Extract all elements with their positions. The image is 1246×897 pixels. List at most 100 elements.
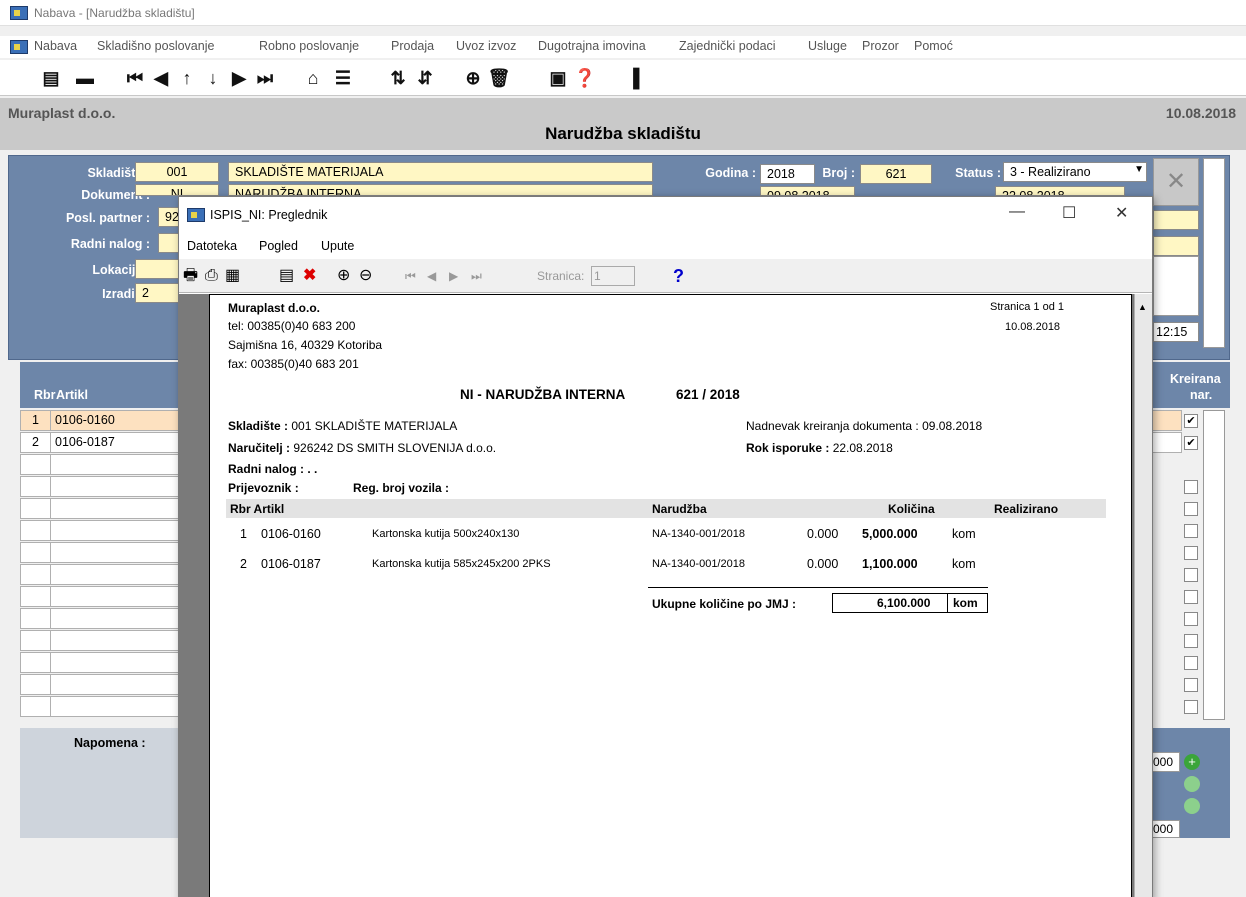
menu-pomoc[interactable]: Pomoć bbox=[914, 39, 953, 53]
sort-desc-icon[interactable]: ⇵ bbox=[412, 66, 438, 90]
kreirana-checkbox[interactable] bbox=[1184, 700, 1198, 714]
menu-pogled[interactable]: Pogled bbox=[259, 239, 298, 253]
dokument-name-field[interactable]: NARUDŽBA INTERNA bbox=[228, 184, 653, 196]
table-row[interactable] bbox=[20, 696, 180, 717]
delete-icon[interactable]: 🗑 bbox=[486, 66, 512, 90]
side-textarea[interactable] bbox=[1153, 256, 1199, 316]
godina-field[interactable]: 2018 bbox=[760, 164, 815, 184]
kreirana-checkbox[interactable] bbox=[1184, 524, 1198, 538]
table-row[interactable] bbox=[20, 454, 180, 475]
menu-dugotrajna[interactable]: Dugotrajna imovina bbox=[538, 39, 646, 53]
table-row[interactable] bbox=[20, 630, 180, 651]
menu-upute[interactable]: Upute bbox=[321, 239, 354, 253]
app-menu-icon[interactable] bbox=[10, 40, 28, 54]
menu-robno[interactable]: Robno poslovanje bbox=[259, 39, 359, 53]
add-row-icon[interactable] bbox=[1184, 776, 1200, 792]
menu-datoteka[interactable]: Datoteka bbox=[187, 239, 237, 253]
menu-nabava[interactable]: Nabava bbox=[34, 39, 77, 53]
menu-prozor[interactable]: Prozor bbox=[862, 39, 899, 53]
close-preview-icon[interactable]: ✖ bbox=[303, 265, 316, 287]
kreirana-checkbox[interactable] bbox=[1184, 502, 1198, 516]
table-row[interactable]: 1 0106-0160 bbox=[20, 410, 180, 431]
save-icon[interactable]: ▤ bbox=[38, 66, 64, 90]
close-icon[interactable]: ✕ bbox=[1115, 203, 1128, 223]
minimize-icon[interactable]: — bbox=[1009, 203, 1025, 221]
kreirana-checkbox[interactable] bbox=[1184, 480, 1198, 494]
kreirana-checkbox[interactable] bbox=[1184, 634, 1198, 648]
page-number-input[interactable]: 1 bbox=[591, 266, 635, 286]
izradio-field[interactable]: 2 bbox=[135, 283, 180, 303]
table-row[interactable] bbox=[20, 674, 180, 695]
dokument-code-field[interactable]: NI bbox=[135, 184, 219, 196]
prev-page-icon[interactable]: ◀ bbox=[427, 265, 436, 287]
first-record-icon[interactable]: ⏮ bbox=[122, 66, 148, 90]
menu-usluge[interactable]: Usluge bbox=[808, 39, 847, 53]
add-row-icon[interactable]: + bbox=[1184, 754, 1200, 770]
nadnevak-field[interactable]: 09.08.2018 bbox=[760, 186, 855, 196]
radni-nalog-field[interactable] bbox=[158, 233, 180, 253]
menu-zajednicki[interactable]: Zajednički podaci bbox=[679, 39, 776, 53]
kreirana-checkbox[interactable]: ✔ bbox=[1184, 436, 1198, 450]
home-icon[interactable]: ⌂ bbox=[300, 66, 326, 90]
lokacija-field[interactable] bbox=[135, 259, 180, 279]
side-field-1[interactable] bbox=[1153, 210, 1199, 230]
first-page-icon[interactable]: ⏮ bbox=[405, 265, 416, 287]
menu-uvoz[interactable]: Uvoz izvoz bbox=[456, 39, 516, 53]
exit-icon[interactable]: ▐ bbox=[620, 66, 646, 90]
preview-scrollbar[interactable]: ▲ bbox=[1134, 294, 1152, 897]
total-field-1[interactable]: 000 bbox=[1152, 752, 1180, 772]
kreirana-checkbox[interactable] bbox=[1184, 612, 1198, 626]
sort-asc-icon[interactable]: ⇅ bbox=[385, 66, 411, 90]
status-select[interactable]: 3 - Realizirano ▼ bbox=[1003, 162, 1147, 182]
tools-icon[interactable]: ✕ bbox=[1153, 158, 1199, 206]
menu-skladisno[interactable]: Skladišno poslovanje bbox=[97, 39, 214, 53]
down-icon[interactable]: ↓ bbox=[200, 66, 226, 90]
scroll-up-icon[interactable]: ▲ bbox=[1138, 302, 1147, 312]
side-field-2[interactable] bbox=[1153, 236, 1199, 256]
print-setup-icon[interactable]: ⎙ bbox=[205, 265, 218, 287]
table-row[interactable] bbox=[20, 542, 180, 563]
zoom-out-icon[interactable]: ⊖ bbox=[359, 265, 372, 287]
page-setup-icon[interactable]: ▤ bbox=[279, 265, 294, 287]
filter-icon[interactable]: ☰ bbox=[330, 66, 356, 90]
zoom-in-icon[interactable]: ⊕ bbox=[337, 265, 350, 287]
table-row[interactable] bbox=[20, 498, 180, 519]
prev-record-icon[interactable]: ◀ bbox=[148, 66, 174, 90]
kreirana-checkbox[interactable] bbox=[1184, 678, 1198, 692]
kreirana-checkbox[interactable] bbox=[1184, 590, 1198, 604]
broj-field[interactable]: 621 bbox=[860, 164, 932, 184]
last-record-icon[interactable]: ⏭ bbox=[252, 66, 278, 90]
form-scrollbar[interactable] bbox=[1203, 158, 1225, 348]
table-row[interactable] bbox=[20, 520, 180, 541]
rok-field[interactable]: 22.08.2018 bbox=[995, 186, 1125, 196]
table-row[interactable] bbox=[20, 476, 180, 497]
help-icon[interactable]: ❓ bbox=[572, 66, 598, 90]
grid-scrollbar[interactable] bbox=[1203, 410, 1225, 720]
help-icon[interactable]: ? bbox=[673, 265, 684, 287]
table-row[interactable]: 2 0106-0187 bbox=[20, 432, 180, 453]
kreirana-checkbox[interactable]: ✔ bbox=[1184, 414, 1198, 428]
time-field[interactable]: 12:15 bbox=[1153, 322, 1199, 342]
export-icon[interactable]: ▦ bbox=[225, 265, 240, 287]
up-icon[interactable]: ↑ bbox=[174, 66, 200, 90]
table-row[interactable] bbox=[20, 608, 180, 629]
kreirana-checkbox[interactable] bbox=[1184, 568, 1198, 582]
document-icon[interactable]: ▣ bbox=[545, 66, 571, 90]
skladiste-name-field[interactable]: SKLADIŠTE MATERIJALA bbox=[228, 162, 653, 182]
menu-prodaja[interactable]: Prodaja bbox=[391, 39, 434, 53]
next-record-icon[interactable]: ▶ bbox=[226, 66, 252, 90]
skladiste-code-field[interactable]: 001 bbox=[135, 162, 219, 182]
add-row-icon[interactable] bbox=[1184, 798, 1200, 814]
total-field-2[interactable]: 000 bbox=[1152, 820, 1180, 838]
kreirana-checkbox[interactable] bbox=[1184, 546, 1198, 560]
chevron-down-icon[interactable]: ▼ bbox=[1134, 164, 1144, 175]
print-icon[interactable]: ▬ bbox=[72, 66, 98, 90]
table-row[interactable] bbox=[20, 564, 180, 585]
partner-code-field[interactable]: 926 bbox=[158, 207, 180, 227]
next-page-icon[interactable]: ▶ bbox=[449, 265, 458, 287]
add-icon[interactable]: ⊕ bbox=[460, 66, 486, 90]
last-page-icon[interactable]: ⏭ bbox=[471, 265, 482, 287]
table-row[interactable] bbox=[20, 652, 180, 673]
kreirana-checkbox[interactable] bbox=[1184, 656, 1198, 670]
maximize-icon[interactable]: ☐ bbox=[1062, 203, 1076, 223]
